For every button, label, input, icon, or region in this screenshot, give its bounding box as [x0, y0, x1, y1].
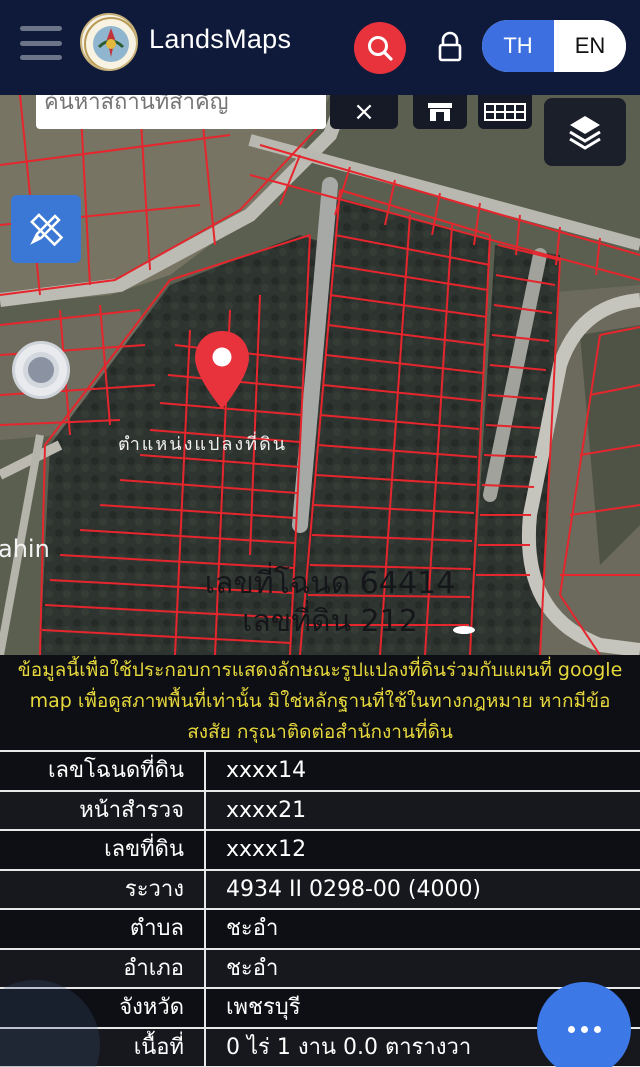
parcel-caption: ตำแหน่งแปลงที่ดิน: [118, 434, 288, 455]
app-title: LandsMaps: [149, 24, 292, 54]
my-location-button[interactable]: [12, 341, 70, 399]
ruler-pencil-icon: [30, 213, 64, 247]
table-row-map-sheet: ระวาง 4934 II 0298-00 (4000): [0, 870, 640, 910]
row-label: ตำบล: [0, 910, 206, 948]
language-en-option[interactable]: EN: [554, 20, 626, 72]
land-number-line: เลขที่ดิน 212: [242, 604, 418, 639]
row-label: เลขที่ดิน: [0, 831, 206, 869]
row-value: 4934 II 0298-00 (4000): [226, 876, 482, 902]
map-view[interactable]: ×: [0, 95, 640, 655]
layers-icon: [569, 116, 601, 150]
draw-tool-button[interactable]: [11, 195, 81, 263]
grid-icon: [484, 103, 526, 121]
top-bar: LandsMaps TH EN: [0, 0, 640, 95]
deed-number-overlay: เลขที่โฉนด 64414 เลขที่ดิน 212: [170, 565, 490, 641]
lock-button[interactable]: [434, 30, 466, 64]
landmark-search-input[interactable]: [44, 95, 318, 117]
table-row-survey-page: หน้าสำรวจ xxxx21: [0, 791, 640, 831]
deed-number-line: เลขที่โฉนด 64414: [204, 566, 456, 601]
location-dot-icon: [23, 352, 59, 388]
building-icon: [428, 103, 452, 121]
row-value: ชะอำ: [226, 916, 279, 941]
table-row-deed-number: เลขโฉนดที่ดิน xxxx14: [0, 752, 640, 792]
search-icon: [368, 36, 393, 61]
landmark-search-field[interactable]: [36, 95, 326, 129]
search-button[interactable]: [354, 22, 406, 74]
location-pin-icon[interactable]: [192, 329, 252, 411]
row-value: xxxx14: [226, 758, 307, 783]
language-th-option[interactable]: TH: [482, 20, 554, 72]
disclaimer-notice: ข้อมูลนี้เพื่อใช้ประกอบการแสดงลักษณะรูปแ…: [0, 655, 640, 750]
place-name-fragment: ahin: [0, 535, 50, 563]
table-row-subdistrict: ตำบล ชะอำ: [0, 910, 640, 950]
language-toggle[interactable]: TH EN: [482, 20, 626, 72]
grid-map-button[interactable]: [478, 95, 532, 129]
row-label: ระวาง: [0, 870, 206, 908]
more-horizontal-icon: [567, 1025, 601, 1033]
table-row-land-number: เลขที่ดิน xxxx12: [0, 831, 640, 871]
home-map-button[interactable]: [413, 95, 467, 129]
department-seal-logo: [80, 13, 138, 71]
table-row-district: อำเภอ ชะอำ: [0, 949, 640, 989]
row-label: เลขโฉนดที่ดิน: [0, 752, 206, 790]
clear-search-button[interactable]: ×: [330, 95, 398, 129]
row-label: หน้าสำรวจ: [0, 791, 206, 829]
row-value: xxxx21: [226, 797, 307, 823]
lock-icon: [438, 31, 462, 62]
more-options-button[interactable]: [537, 982, 631, 1067]
row-value: ชะอำ: [226, 955, 279, 981]
hamburger-icon[interactable]: [20, 26, 62, 60]
white-marker-shape: [453, 626, 475, 634]
row-value: xxxx12: [226, 837, 307, 862]
app-root: LandsMaps TH EN ค้นหาสถานที่สำคัญ × ahin…: [0, 0, 640, 1067]
layers-button[interactable]: [544, 98, 626, 166]
